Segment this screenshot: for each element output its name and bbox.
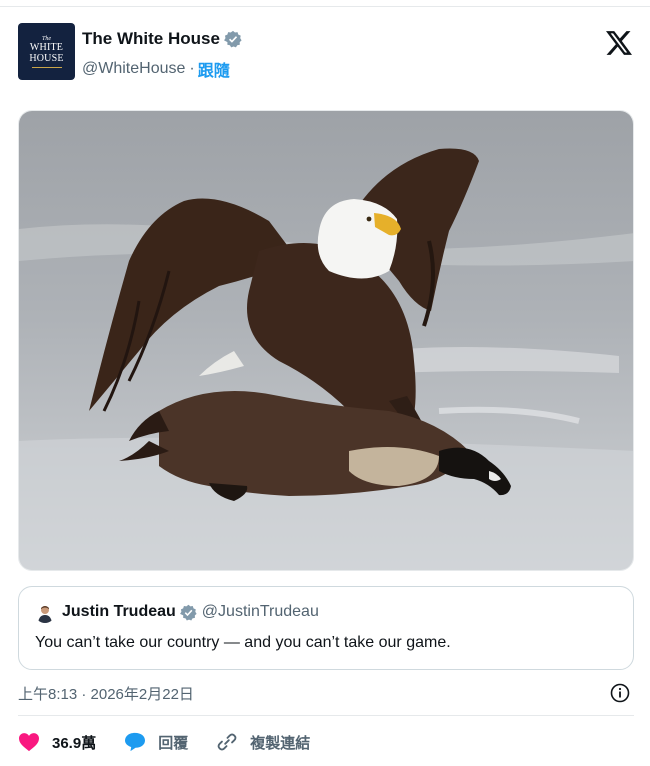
quoted-text: You can’t take our country — and you can…	[35, 634, 451, 651]
avatar-rule	[31, 66, 62, 68]
post-card: The WHITE HOUSE The White House @WhiteHo…	[0, 6, 650, 766]
reply-button[interactable]: 回覆	[124, 732, 188, 753]
like-count: 36.9萬	[52, 734, 97, 752]
reply-bubble-icon	[125, 732, 146, 752]
reply-label: 回覆	[158, 734, 189, 752]
copy-link-label: 複製連結	[250, 734, 311, 752]
verified-badge-icon	[223, 30, 242, 48]
quoted-verified-badge-icon	[179, 604, 197, 620]
info-icon[interactable]	[609, 682, 631, 704]
eagle-goose-image	[19, 111, 633, 570]
post-photo[interactable]	[18, 110, 634, 571]
quoted-display-name: Justin Trudeau	[62, 603, 176, 620]
divider	[18, 715, 634, 716]
like-button[interactable]: 36.9萬	[18, 732, 96, 753]
handle-separator: ·	[189, 60, 195, 77]
avatar-line-house: HOUSE	[29, 52, 64, 64]
quoted-post[interactable]: Justin Trudeau @JustinTrudeau You can’t …	[18, 586, 634, 670]
quoted-handle: @JustinTrudeau	[201, 603, 319, 620]
action-bar: 36.9萬 回覆 複製連結	[18, 729, 338, 755]
author-handle-row: @WhiteHouse · 跟隨	[82, 57, 230, 81]
heart-icon	[19, 733, 39, 752]
quoted-name-row: Justin Trudeau @JustinTrudeau	[62, 603, 319, 621]
follow-button[interactable]: 跟隨	[198, 57, 230, 81]
author-handle[interactable]: @WhiteHouse	[82, 60, 185, 78]
author-avatar[interactable]: The WHITE HOUSE	[18, 23, 75, 80]
avatar-line-white: WHITE	[29, 41, 64, 53]
author-name-row: The White House	[82, 29, 242, 49]
author-display-name[interactable]: The White House	[82, 29, 220, 49]
x-logo-icon[interactable]	[606, 31, 632, 55]
link-icon	[217, 733, 237, 751]
quoted-author-avatar[interactable]	[35, 603, 55, 623]
copy-link-button[interactable]: 複製連結	[216, 731, 310, 753]
post-timestamp[interactable]: 上午8:13 · 2026年2月22日	[18, 683, 194, 704]
